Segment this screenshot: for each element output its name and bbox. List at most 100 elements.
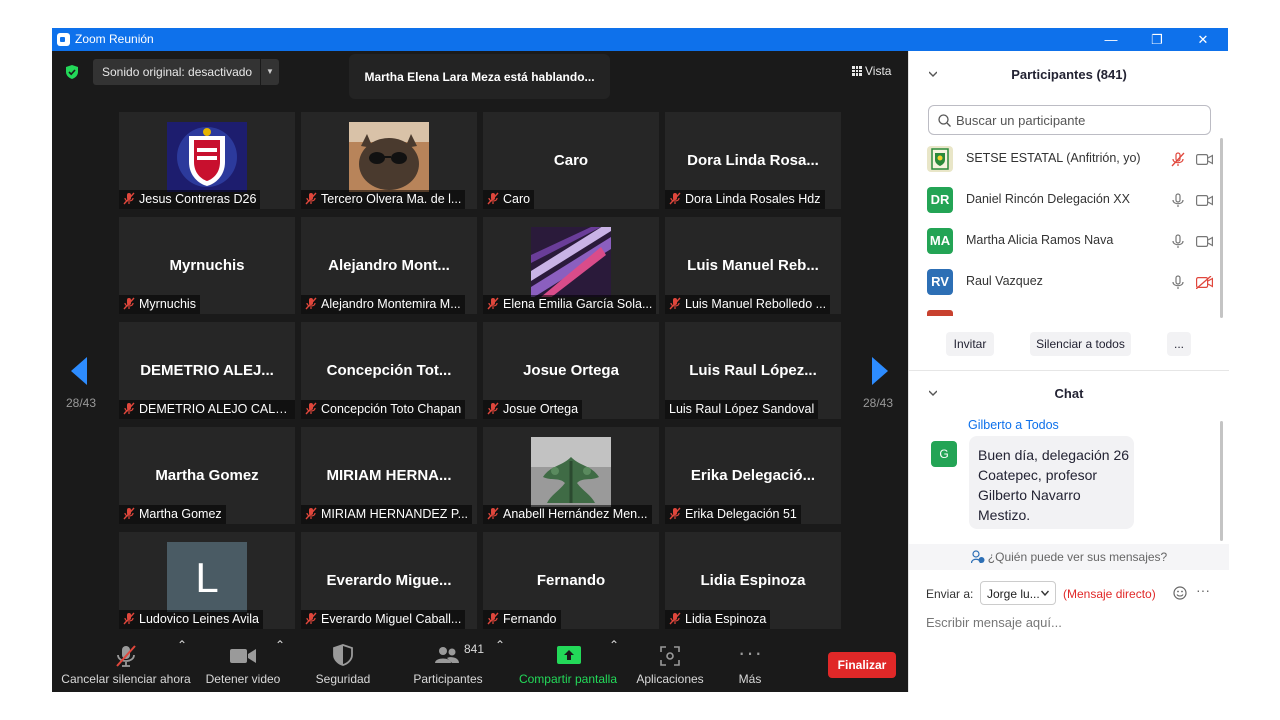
participant-display-name: Alejandro Mont... xyxy=(328,257,450,274)
video-camera-icon[interactable] xyxy=(1196,195,1213,206)
minimize-button[interactable]: — xyxy=(1091,30,1131,49)
chat-message-text: Buen día, delegación 26 Coatepec, profes… xyxy=(978,447,1130,523)
participant-display-name: DEMETRIO ALEJ... xyxy=(140,362,274,379)
video-tile[interactable]: Martha Gomez Martha Gomez xyxy=(119,427,295,524)
chat-compose-input[interactable]: Escribir mensaje aquí... xyxy=(926,615,1062,630)
participant-nametag: Dora Linda Rosales Hdz xyxy=(665,190,825,209)
participant-avatar-partial xyxy=(927,310,953,316)
video-tile[interactable]: Erika Delegació... Erika Delegación 51 xyxy=(665,427,841,524)
video-tile[interactable]: Alejandro Mont... Alejandro Montemira M.… xyxy=(301,217,477,314)
video-options-caret-icon[interactable]: ⌃ xyxy=(275,638,285,692)
meeting-toolbar: Cancelar silenciar ahora ⌃ Detener video… xyxy=(52,638,908,692)
message-visibility-link[interactable]: ¿Quién puede ver sus mensajes? xyxy=(909,544,1229,570)
participants-button[interactable]: 841 Participantes xyxy=(408,638,488,692)
invite-button[interactable]: Invitar xyxy=(946,332,994,356)
participant-display-name: Erika Delegació... xyxy=(690,467,816,484)
video-camera-icon[interactable] xyxy=(1196,236,1213,247)
participant-list-item[interactable]: MA Martha Alicia Ramos Nava xyxy=(927,226,1217,256)
participant-list-item[interactable]: DR Daniel Rincón Delegación XX xyxy=(927,185,1217,215)
chat-scrollbar[interactable] xyxy=(1220,421,1223,541)
participant-nametag: Anabell Hernández Men... xyxy=(483,505,652,524)
unmute-button[interactable]: Cancelar silenciar ahora xyxy=(56,638,196,692)
video-tile[interactable]: Tercero Olvera Ma. de l... xyxy=(301,112,477,209)
video-tile[interactable]: Luis Manuel Reb... Luis Manuel Rebolledo… xyxy=(665,217,841,314)
participant-display-name: MIRIAM HERNA... xyxy=(326,467,452,484)
original-sound-button[interactable]: Sonido original: desactivado ▼ xyxy=(93,59,279,85)
chat-message-bubble[interactable]: Buen día, delegación 26 Coatepec, profes… xyxy=(969,436,1134,529)
video-tile[interactable]: Elena Emilia García Sola... xyxy=(483,217,659,314)
participant-avatar: DR xyxy=(927,187,953,213)
video-tile[interactable]: Jesus Contreras D26 xyxy=(119,112,295,209)
video-tile[interactable]: Fernando Fernando xyxy=(483,532,659,629)
muted-mic-icon xyxy=(123,402,135,415)
muted-mic-icon xyxy=(305,402,317,415)
security-shield-icon xyxy=(333,644,353,666)
participants-options-caret-icon[interactable]: ⌃ xyxy=(495,638,505,692)
encryption-shield-icon[interactable] xyxy=(66,65,78,79)
close-button[interactable]: ✕ xyxy=(1183,30,1223,49)
participant-nametag: Jesus Contreras D26 xyxy=(119,190,261,209)
next-page-arrow-icon[interactable] xyxy=(872,357,888,385)
apps-button[interactable]: Aplicaciones xyxy=(630,638,710,692)
host-avatar xyxy=(927,146,953,172)
microphone-icon[interactable] xyxy=(1171,193,1185,208)
video-off-icon[interactable] xyxy=(1196,276,1213,289)
participant-name: Ludovico Leines Avila xyxy=(139,612,259,626)
participant-name: Lidia Espinoza xyxy=(685,612,767,626)
unmute-label: Cancelar silenciar ahora xyxy=(61,672,191,686)
video-tile[interactable]: MIRIAM HERNA... MIRIAM HERNANDEZ P... xyxy=(301,427,477,524)
video-tile[interactable]: Luis Raul López... Luis Raul López Sando… xyxy=(665,322,841,419)
muted-mic-icon xyxy=(487,507,499,520)
video-tile[interactable]: Everardo Migue... Everardo Miguel Caball… xyxy=(301,532,477,629)
video-tile[interactable]: Anabell Hernández Men... xyxy=(483,427,659,524)
video-tile[interactable]: DEMETRIO ALEJ... DEMETRIO ALEJO CALD... xyxy=(119,322,295,419)
share-options-caret-icon[interactable]: ⌃ xyxy=(609,638,619,692)
video-gallery-grid: Jesus Contreras D26 Tercero Olvera Ma. d… xyxy=(119,112,841,632)
participants-label: Participantes xyxy=(413,672,483,686)
video-tile[interactable]: Lidia Espinoza Lidia Espinoza xyxy=(665,532,841,629)
end-meeting-button[interactable]: Finalizar xyxy=(828,652,896,678)
more-options-button[interactable]: ... xyxy=(1167,332,1191,356)
chat-message-sender[interactable]: Gilberto a Todos xyxy=(968,418,1059,432)
participant-search-input[interactable]: Buscar un participante xyxy=(928,105,1211,135)
video-camera-icon[interactable] xyxy=(1196,154,1213,165)
recipient-dropdown[interactable]: Jorge lu... xyxy=(980,581,1056,605)
muted-microphone-icon xyxy=(116,645,136,667)
video-tile[interactable]: Dora Linda Rosa... Dora Linda Rosales Hd… xyxy=(665,112,841,209)
participant-display-name: Everardo Migue... xyxy=(326,572,452,589)
video-tile[interactable]: L Ludovico Leines Avila xyxy=(119,532,295,629)
active-speaker-banner: Martha Elena Lara Meza está hablando... xyxy=(349,54,610,99)
participant-nametag: Concepción Toto Chapan xyxy=(301,400,466,419)
chevron-down-icon[interactable]: ▼ xyxy=(260,59,279,85)
video-tile[interactable]: Josue Ortega Josue Ortega xyxy=(483,322,659,419)
previous-page-arrow-icon[interactable] xyxy=(71,357,87,385)
message-visibility-text: ¿Quién puede ver sus mensajes? xyxy=(987,550,1168,564)
stop-video-button[interactable]: Detener video xyxy=(202,638,284,692)
restore-button[interactable]: ❐ xyxy=(1137,30,1177,49)
share-screen-button[interactable]: Compartir pantalla xyxy=(514,638,622,692)
video-tile[interactable]: Myrnuchis Myrnuchis xyxy=(119,217,295,314)
person-info-icon xyxy=(970,550,985,564)
mute-all-button[interactable]: Silenciar a todos xyxy=(1030,332,1131,356)
participant-list-item[interactable]: SETSE ESTATAL (Anfitrión, yo) xyxy=(927,144,1217,174)
video-tile[interactable]: Caro Caro xyxy=(483,112,659,209)
video-tile[interactable]: Concepción Tot... Concepción Toto Chapan xyxy=(301,322,477,419)
participant-nametag: Erika Delegación 51 xyxy=(665,505,801,524)
participant-avatar: RV xyxy=(927,269,953,295)
participant-name: Luis Raul López Sandoval xyxy=(669,402,815,416)
muted-mic-icon[interactable] xyxy=(1171,152,1185,167)
emoji-icon[interactable] xyxy=(1173,586,1187,600)
share-screen-icon xyxy=(557,646,581,664)
participant-list-item[interactable]: RV Raul Vazquez xyxy=(927,267,1217,297)
participant-nametag: Caro xyxy=(483,190,535,209)
security-button[interactable]: Seguridad xyxy=(310,638,376,692)
chat-more-icon[interactable]: ··· xyxy=(1196,582,1210,598)
view-button[interactable]: Vista xyxy=(852,64,891,78)
muted-mic-icon xyxy=(669,507,681,520)
participants-scrollbar[interactable] xyxy=(1220,138,1223,318)
microphone-icon[interactable] xyxy=(1171,275,1185,290)
audio-options-caret-icon[interactable]: ⌃ xyxy=(177,638,187,692)
muted-mic-icon xyxy=(669,297,681,310)
microphone-icon[interactable] xyxy=(1171,234,1185,249)
more-button[interactable]: ··· Más xyxy=(728,638,772,692)
